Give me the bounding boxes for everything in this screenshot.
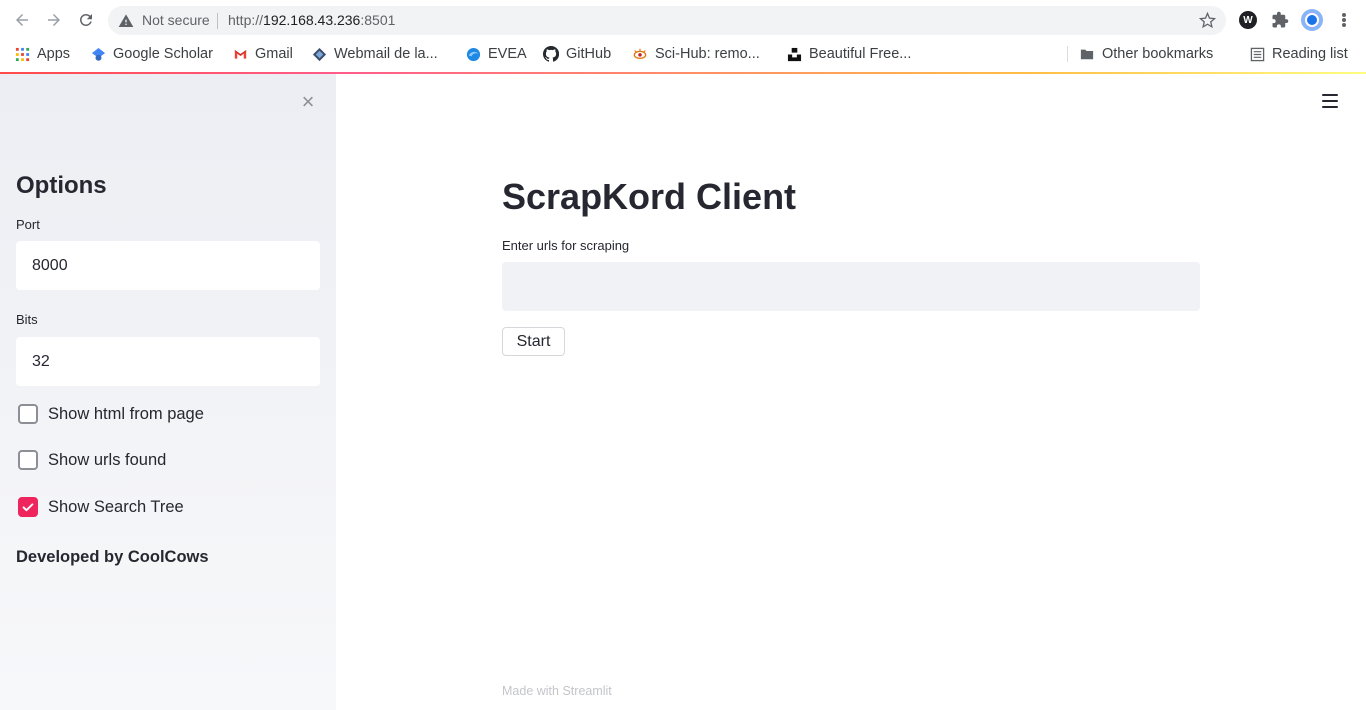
profile-avatar[interactable] bbox=[1301, 9, 1323, 31]
scholar-icon bbox=[90, 46, 106, 62]
start-button[interactable]: Start bbox=[502, 327, 565, 356]
sidebar-close-icon[interactable]: × bbox=[298, 91, 318, 113]
extension-w-icon[interactable]: W bbox=[1239, 11, 1257, 29]
extensions-puzzle-icon[interactable] bbox=[1271, 11, 1289, 29]
made-with-streamlit: Made with Streamlit bbox=[502, 684, 612, 698]
bookmark-label: Apps bbox=[37, 46, 71, 62]
unsplash-icon bbox=[786, 46, 802, 62]
address-divider bbox=[217, 13, 218, 29]
bookmark-label: GitHub bbox=[566, 46, 612, 62]
port-input[interactable] bbox=[16, 241, 320, 290]
bits-label: Bits bbox=[16, 312, 38, 327]
made-with-prefix: Made with bbox=[502, 684, 559, 698]
developer-credit: Developed by CoolCows bbox=[16, 548, 209, 566]
show-html-checkbox-row[interactable]: Show html from page bbox=[18, 403, 204, 425]
urls-input[interactable] bbox=[502, 262, 1200, 311]
show-urls-checkbox[interactable] bbox=[18, 450, 38, 470]
profile-avatar-icon bbox=[1305, 13, 1319, 27]
bookmark-apps[interactable]: Apps bbox=[14, 44, 70, 64]
sidebar: × Options Port Bits Show html from page … bbox=[0, 74, 336, 710]
forward-arrow-icon bbox=[48, 14, 60, 26]
back-button[interactable] bbox=[10, 8, 34, 32]
browser-menu-icon[interactable] bbox=[1336, 11, 1352, 29]
webmail-icon bbox=[311, 46, 327, 62]
url-port: :8501 bbox=[360, 12, 396, 28]
github-icon bbox=[543, 46, 559, 62]
scihub-icon bbox=[632, 46, 648, 62]
apps-grid-icon bbox=[14, 46, 30, 62]
urls-label: Enter urls for scraping bbox=[502, 238, 630, 253]
bookmark-label: Beautiful Free... bbox=[809, 46, 912, 62]
checkmark-icon bbox=[22, 503, 34, 512]
reload-icon bbox=[79, 13, 92, 26]
streamlit-link[interactable]: Streamlit bbox=[562, 684, 611, 698]
bookmark-google-scholar[interactable]: Google Scholar bbox=[90, 44, 213, 64]
browser-toolbar: Not secure http://192.168.43.236:8501 W bbox=[0, 0, 1366, 40]
bookmark-scihub[interactable]: Sci-Hub: remo... bbox=[632, 44, 760, 64]
url-scheme: http:// bbox=[228, 12, 264, 28]
show-html-label: Show html from page bbox=[48, 404, 204, 423]
bookmarks-bar: Apps Google Scholar Gmail Webmail de la.… bbox=[0, 40, 1366, 68]
security-label: Not secure bbox=[142, 12, 210, 28]
show-search-tree-checkbox-row[interactable]: Show Search Tree bbox=[18, 496, 184, 518]
bookmark-star-icon[interactable] bbox=[1199, 12, 1216, 29]
browser-chrome: Not secure http://192.168.43.236:8501 W … bbox=[0, 0, 1366, 74]
address-bar[interactable]: Not secure http://192.168.43.236:8501 bbox=[108, 6, 1226, 35]
show-urls-checkbox-row[interactable]: Show urls found bbox=[18, 449, 166, 471]
forward-button[interactable] bbox=[42, 8, 66, 32]
bookmark-label: Webmail de la... bbox=[334, 46, 438, 62]
warning-icon bbox=[118, 14, 134, 27]
bookmarks-divider bbox=[1067, 46, 1068, 62]
show-search-tree-label: Show Search Tree bbox=[48, 497, 184, 516]
bookmark-github[interactable]: GitHub bbox=[543, 44, 611, 64]
evea-icon bbox=[465, 46, 481, 62]
other-bookmarks[interactable]: Other bookmarks bbox=[1079, 44, 1213, 64]
reading-list[interactable]: Reading list bbox=[1249, 44, 1348, 64]
bookmark-label: Sci-Hub: remo... bbox=[655, 46, 760, 62]
bookmark-label: Gmail bbox=[255, 46, 293, 62]
reload-button[interactable] bbox=[74, 8, 98, 32]
folder-icon bbox=[1079, 46, 1095, 62]
bookmark-evea[interactable]: EVEA bbox=[465, 44, 527, 64]
bits-input[interactable] bbox=[16, 337, 320, 386]
hamburger-menu-icon[interactable] bbox=[1322, 94, 1338, 108]
back-arrow-icon bbox=[16, 14, 28, 26]
show-urls-label: Show urls found bbox=[48, 450, 167, 469]
other-bookmarks-label: Other bookmarks bbox=[1102, 46, 1214, 62]
reading-list-icon bbox=[1249, 46, 1265, 62]
sidebar-title: Options bbox=[16, 172, 107, 199]
url-host: 192.168.43.236 bbox=[263, 12, 361, 28]
main-content: ScrapKord Client Enter urls for scraping… bbox=[336, 74, 1366, 710]
bookmark-label: EVEA bbox=[488, 46, 527, 62]
gmail-icon bbox=[232, 46, 248, 62]
show-search-tree-checkbox[interactable] bbox=[18, 497, 38, 517]
bookmark-webmail[interactable]: Webmail de la... bbox=[311, 44, 438, 64]
port-label: Port bbox=[16, 217, 40, 232]
reading-list-label: Reading list bbox=[1272, 46, 1348, 62]
page-title: ScrapKord Client bbox=[502, 176, 797, 217]
bookmark-label: Google Scholar bbox=[113, 46, 213, 62]
bookmark-beautiful-free[interactable]: Beautiful Free... bbox=[786, 44, 911, 64]
url-text: http://192.168.43.236:8501 bbox=[228, 12, 395, 28]
show-html-checkbox[interactable] bbox=[18, 404, 38, 424]
bookmark-gmail[interactable]: Gmail bbox=[232, 44, 293, 64]
